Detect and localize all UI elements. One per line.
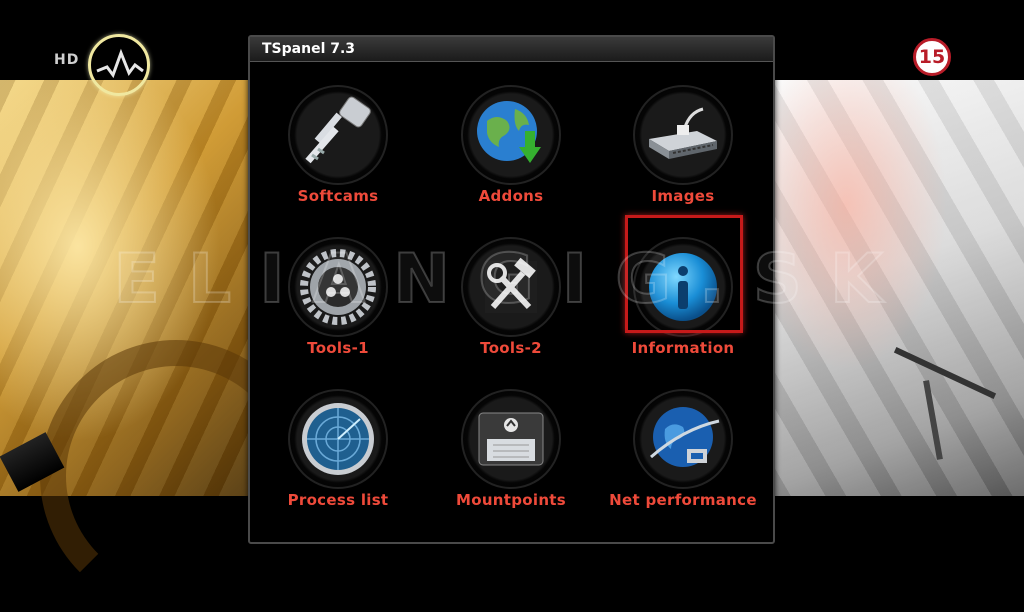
gear-icon bbox=[300, 249, 376, 325]
menu-item-label: Process list bbox=[287, 491, 389, 509]
menu-item-images[interactable]: Images bbox=[597, 69, 769, 219]
fixture-pole-shape bbox=[923, 380, 943, 460]
menu-item-softcams[interactable]: Softcams bbox=[252, 69, 424, 219]
menu-item-label: Information bbox=[631, 339, 735, 357]
info-icon bbox=[649, 253, 717, 321]
menu-item-label: Tools-1 bbox=[307, 339, 369, 357]
menu-item-label: Mountpoints bbox=[455, 491, 567, 509]
tspanel-window: TSpanel 7.3 Softcams Addons Images Tools… bbox=[248, 35, 775, 544]
globe-network-icon bbox=[650, 407, 720, 467]
menu-item-label: Images bbox=[651, 187, 715, 205]
menu-item-information[interactable]: Information bbox=[597, 215, 769, 371]
menu-item-tools-1[interactable]: Tools-1 bbox=[252, 221, 424, 371]
menu-item-mountpoints[interactable]: Mountpoints bbox=[425, 373, 597, 523]
menu-item-tools-2[interactable]: Tools-2 bbox=[425, 221, 597, 371]
globe-download-icon bbox=[477, 101, 541, 163]
menu-item-process-list[interactable]: Process list bbox=[252, 373, 424, 523]
menu-item-net-performance[interactable]: Net performance bbox=[597, 373, 769, 523]
fixture-shape bbox=[893, 347, 997, 399]
video-frame-left bbox=[0, 80, 312, 612]
hd-label: HD bbox=[54, 52, 80, 68]
hammer-wrench-icon bbox=[485, 257, 537, 313]
network-switch-icon bbox=[649, 107, 717, 159]
video-frame-right bbox=[770, 80, 1024, 496]
radar-icon bbox=[302, 403, 374, 475]
menu-grid: Softcams Addons Images Tools-1 Tools-2 I… bbox=[250, 61, 773, 542]
menu-item-addons[interactable]: Addons bbox=[425, 69, 597, 219]
key-icon bbox=[305, 96, 371, 164]
channel-logo-icon bbox=[88, 34, 150, 96]
menu-item-label: Tools-2 bbox=[480, 339, 542, 357]
menu-item-label: Softcams bbox=[297, 187, 379, 205]
panel-title: TSpanel 7.3 bbox=[250, 37, 773, 62]
drive-mount-icon bbox=[478, 412, 544, 466]
age-rating-badge: 15 bbox=[913, 38, 951, 76]
menu-item-label: Addons bbox=[478, 187, 544, 205]
menu-item-label: Net performance bbox=[609, 491, 757, 509]
